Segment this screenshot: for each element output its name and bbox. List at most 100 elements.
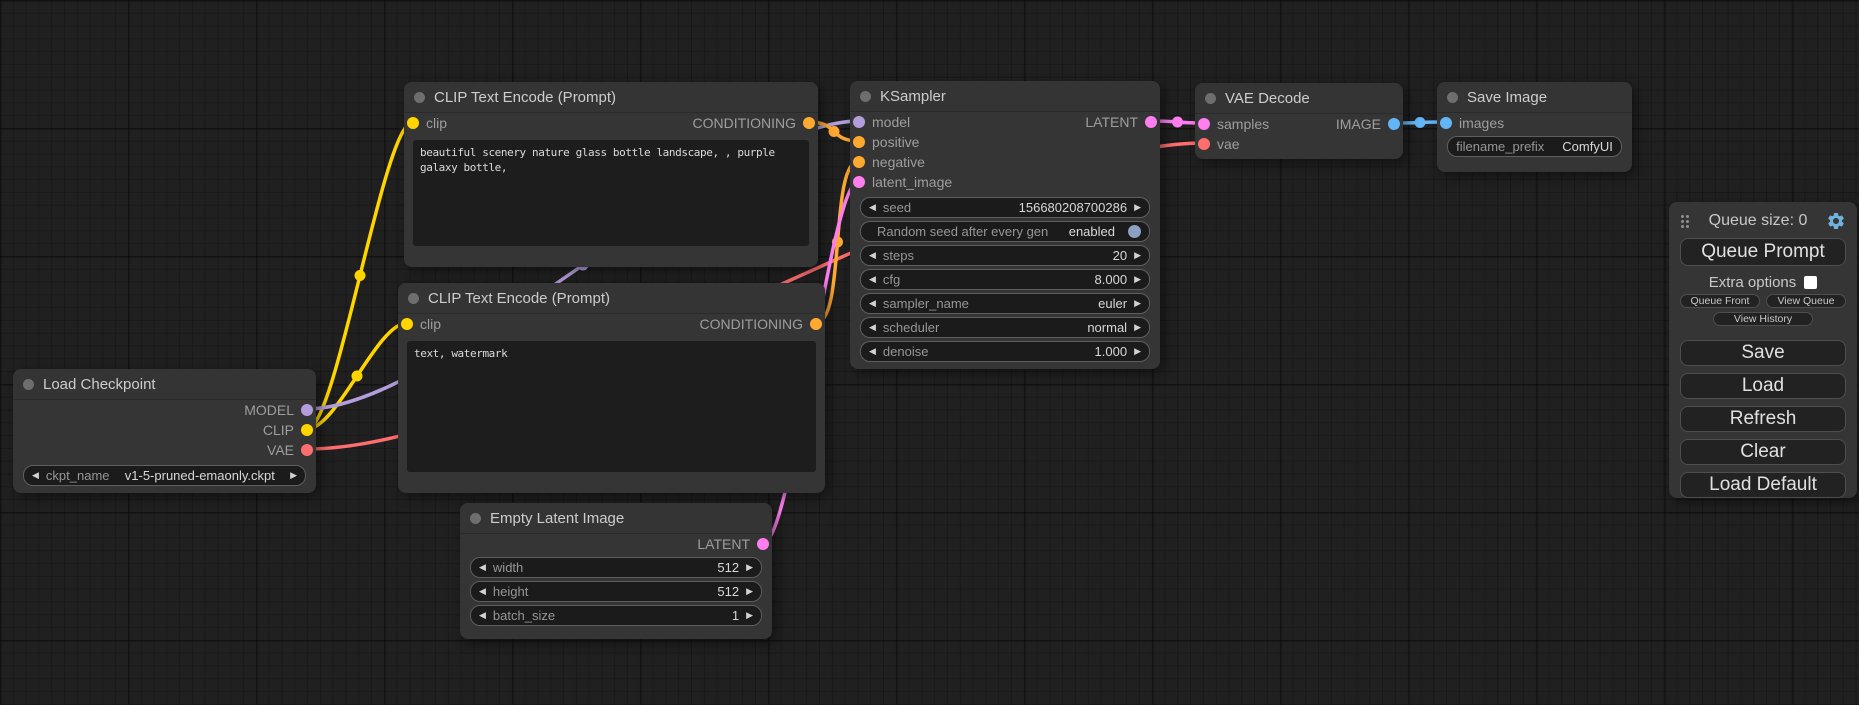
increment-arrow-icon[interactable]: ▶ (1134, 299, 1141, 309)
increment-arrow-icon[interactable]: ▶ (1134, 203, 1141, 213)
node-title: CLIP Text Encode (Prompt) (434, 89, 616, 106)
random-seed-toggle-widget[interactable]: Random seed after every gen enabled (860, 221, 1150, 242)
input-slot-negative[interactable] (853, 156, 865, 168)
decrement-arrow-icon[interactable]: ◀ (869, 275, 876, 285)
filename-prefix-widget[interactable]: filename_prefix ComfyUI (1447, 136, 1622, 157)
cfg-widget[interactable]: ◀ cfg 8.000 ▶ (860, 269, 1150, 290)
increment-arrow-icon[interactable]: ▶ (746, 587, 753, 597)
decrement-arrow-icon[interactable]: ◀ (869, 323, 876, 333)
output-label-clip: CLIP (263, 422, 294, 438)
settings-gear-icon[interactable] (1826, 211, 1846, 231)
increment-arrow-icon[interactable]: ▶ (1134, 347, 1141, 357)
batch-size-widget[interactable]: ◀ batch_size 1 ▶ (470, 605, 762, 626)
queue-prompt-button[interactable]: Queue Prompt (1680, 238, 1846, 266)
link-midpoint-dot (832, 237, 843, 248)
denoise-widget[interactable]: ◀ denoise 1.000 ▶ (860, 341, 1150, 362)
link-midpoint-dot (829, 126, 840, 137)
increment-arrow-icon[interactable]: ▶ (1134, 251, 1141, 261)
height-widget[interactable]: ◀ height 512 ▶ (470, 581, 762, 602)
increment-arrow-icon[interactable]: ▶ (290, 471, 297, 481)
widget-label: ckpt_name (46, 468, 110, 483)
output-slot-conditioning[interactable] (810, 318, 822, 330)
widget-value: 1.000 (1095, 344, 1128, 359)
widget-value: 156680208700286 (1019, 200, 1127, 215)
link-midpoint-dot (1172, 117, 1183, 128)
steps-widget[interactable]: ◀ steps 20 ▶ (860, 245, 1150, 266)
link-midpoint-dot (352, 371, 363, 382)
widget-label: denoise (883, 344, 929, 359)
widget-value: euler (1098, 296, 1127, 311)
scheduler-widget[interactable]: ◀ scheduler normal ▶ (860, 317, 1150, 338)
node-graph-canvas[interactable]: Load Checkpoint MODEL CLIP VAE ◀ ckpt_na… (0, 0, 1859, 705)
output-label-model: MODEL (244, 402, 294, 418)
decrement-arrow-icon[interactable]: ◀ (479, 611, 486, 621)
prompt-textarea[interactable]: beautiful scenery nature glass bottle la… (413, 140, 809, 246)
toggle-knob[interactable] (1128, 225, 1141, 238)
input-slot-clip[interactable] (401, 318, 413, 330)
node-status-dot (23, 379, 34, 390)
output-slot-conditioning[interactable] (803, 117, 815, 129)
seed-widget[interactable]: ◀ seed 156680208700286 ▶ (860, 197, 1150, 218)
input-label-model: model (872, 114, 910, 130)
input-label-samples: samples (1217, 116, 1269, 132)
decrement-arrow-icon[interactable]: ◀ (869, 203, 876, 213)
output-slot-model[interactable] (301, 404, 313, 416)
input-slot-latent-image[interactable] (853, 176, 865, 188)
output-slot-clip[interactable] (301, 424, 313, 436)
decrement-arrow-icon[interactable]: ◀ (869, 251, 876, 261)
node-ksampler[interactable]: KSampler model LATENT positive negative … (850, 81, 1160, 369)
node-status-dot (414, 92, 425, 103)
sampler-name-widget[interactable]: ◀ sampler_name euler ▶ (860, 293, 1150, 314)
widget-label: seed (883, 200, 911, 215)
drag-handle-icon[interactable] (1680, 214, 1690, 229)
view-queue-button[interactable]: View Queue (1766, 294, 1846, 308)
widget-label: Random seed after every gen (877, 224, 1048, 239)
widget-label: cfg (883, 272, 900, 287)
input-slot-model[interactable] (853, 116, 865, 128)
node-empty-latent-image[interactable]: Empty Latent Image LATENT ◀ width 512 ▶ … (460, 503, 772, 639)
decrement-arrow-icon[interactable]: ◀ (869, 347, 876, 357)
input-label-clip: clip (426, 115, 447, 131)
input-label-images: images (1459, 115, 1504, 131)
node-clip-text-encode-positive[interactable]: CLIP Text Encode (Prompt) clip CONDITION… (404, 82, 818, 267)
decrement-arrow-icon[interactable]: ◀ (479, 587, 486, 597)
input-slot-clip[interactable] (407, 117, 419, 129)
increment-arrow-icon[interactable]: ▶ (746, 611, 753, 621)
input-slot-samples[interactable] (1198, 118, 1210, 130)
decrement-arrow-icon[interactable]: ◀ (479, 563, 486, 573)
output-slot-image[interactable] (1388, 118, 1400, 130)
node-title: Save Image (1467, 89, 1547, 106)
output-label-conditioning: CONDITIONING (693, 115, 796, 131)
widget-label: steps (883, 248, 914, 263)
width-widget[interactable]: ◀ width 512 ▶ (470, 557, 762, 578)
ckpt-name-widget[interactable]: ◀ ckpt_name v1-5-pruned-emaonly.ckpt ▶ (23, 465, 306, 486)
output-label-latent: LATENT (1085, 114, 1138, 130)
node-vae-decode[interactable]: VAE Decode samples IMAGE vae (1195, 83, 1403, 159)
increment-arrow-icon[interactable]: ▶ (1134, 275, 1141, 285)
node-load-checkpoint[interactable]: Load Checkpoint MODEL CLIP VAE ◀ ckpt_na… (13, 369, 316, 493)
output-slot-latent[interactable] (757, 538, 769, 550)
output-label-latent: LATENT (697, 536, 750, 552)
node-title: CLIP Text Encode (Prompt) (428, 290, 610, 307)
extra-options-checkbox[interactable] (1804, 276, 1817, 289)
node-save-image[interactable]: Save Image images filename_prefix ComfyU… (1437, 82, 1632, 172)
link-midpoint-dot (1415, 117, 1426, 128)
decrement-arrow-icon[interactable]: ◀ (32, 471, 39, 481)
save-button[interactable]: Save (1680, 340, 1846, 366)
output-slot-latent[interactable] (1145, 116, 1157, 128)
load-button[interactable]: Load (1680, 373, 1846, 399)
node-clip-text-encode-negative[interactable]: CLIP Text Encode (Prompt) clip CONDITION… (398, 283, 825, 493)
refresh-button[interactable]: Refresh (1680, 406, 1846, 432)
load-default-button[interactable]: Load Default (1680, 472, 1846, 498)
clear-button[interactable]: Clear (1680, 439, 1846, 465)
decrement-arrow-icon[interactable]: ◀ (869, 299, 876, 309)
queue-front-button[interactable]: Queue Front (1680, 294, 1760, 308)
view-history-button[interactable]: View History (1713, 312, 1813, 326)
input-slot-positive[interactable] (853, 136, 865, 148)
increment-arrow-icon[interactable]: ▶ (746, 563, 753, 573)
prompt-textarea[interactable]: text, watermark (407, 341, 816, 472)
output-slot-vae[interactable] (301, 444, 313, 456)
increment-arrow-icon[interactable]: ▶ (1134, 323, 1141, 333)
input-slot-images[interactable] (1440, 117, 1452, 129)
input-slot-vae[interactable] (1198, 138, 1210, 150)
